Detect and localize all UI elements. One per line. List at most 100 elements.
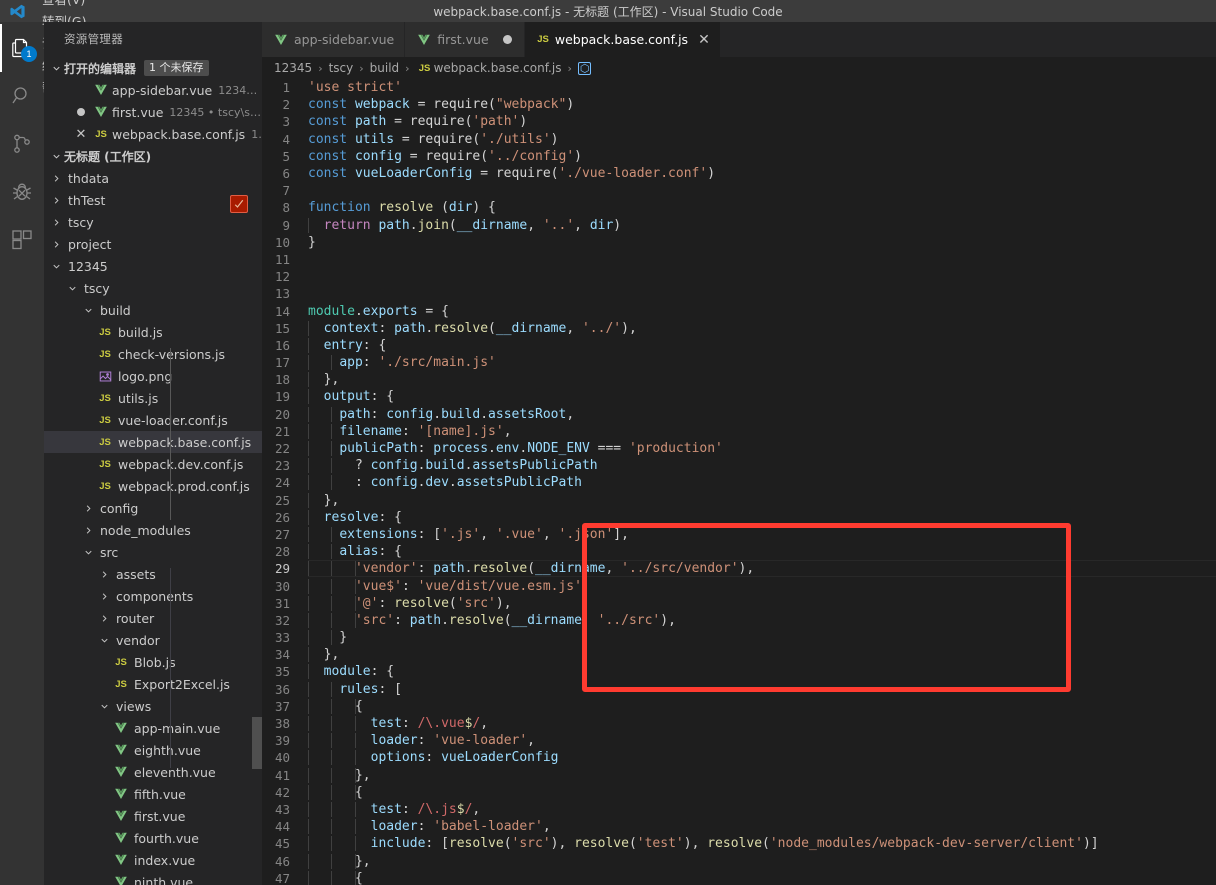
open-editor-item[interactable]: first.vue 12345 • tscy\src\vie... bbox=[44, 101, 262, 123]
activity-search[interactable] bbox=[0, 72, 44, 120]
code-line[interactable]: 26 resolve: { bbox=[262, 509, 1216, 526]
code-line[interactable]: 31 '@': resolve('src'), bbox=[262, 595, 1216, 612]
code-line[interactable]: 40 options: vueLoaderConfig bbox=[262, 749, 1216, 766]
tree-file-row[interactable]: first.vue bbox=[44, 805, 262, 827]
open-editor-item[interactable]: app-sidebar.vue 12345 • ts... bbox=[44, 79, 262, 101]
sidebar-scrollbar[interactable] bbox=[252, 717, 262, 769]
tree-file-row[interactable]: fifth.vue bbox=[44, 783, 262, 805]
tree-file-row[interactable]: logo.png bbox=[44, 365, 262, 387]
tree-file-row[interactable]: JS Export2Excel.js bbox=[44, 673, 262, 695]
tree-file-row[interactable]: JS webpack.prod.conf.js bbox=[44, 475, 262, 497]
code-line[interactable]: 21 filename: '[name].js', bbox=[262, 423, 1216, 440]
code-line[interactable]: 4 const utils = require('./utils') bbox=[262, 131, 1216, 148]
chevron-down-icon[interactable] bbox=[96, 698, 112, 714]
chevron-down-icon[interactable] bbox=[96, 632, 112, 648]
menu-item-3[interactable]: 查看(V) bbox=[34, 0, 94, 11]
code-line[interactable]: 6 const vueLoaderConfig = require('./vue-… bbox=[262, 165, 1216, 182]
code-line[interactable]: 36 rules: [ bbox=[262, 681, 1216, 698]
tree-file-row[interactable]: eleventh.vue bbox=[44, 761, 262, 783]
code-line[interactable]: 5 const config = require('../config') bbox=[262, 148, 1216, 165]
activity-extensions[interactable] bbox=[0, 216, 44, 264]
chevron-right-icon[interactable] bbox=[80, 500, 96, 516]
breadcrumb-item[interactable]: tscy bbox=[329, 61, 354, 75]
code-line[interactable]: 29 'vendor': path.resolve(__dirname, '..… bbox=[262, 560, 1216, 578]
breadcrumb-item[interactable]: 12345 bbox=[274, 61, 312, 75]
tree-file-row[interactable]: JS webpack.base.conf.js bbox=[44, 431, 262, 453]
code-line[interactable]: 42 { bbox=[262, 784, 1216, 801]
activity-debug[interactable] bbox=[0, 168, 44, 216]
editor-tab[interactable]: app-sidebar.vue bbox=[262, 22, 406, 57]
code-line[interactable]: 10} bbox=[262, 234, 1216, 251]
code-line[interactable]: 11 bbox=[262, 251, 1216, 268]
tree-folder-row[interactable]: router bbox=[44, 607, 262, 629]
chevron-right-icon[interactable] bbox=[48, 214, 64, 230]
tree-file-row[interactable]: ninth.vue bbox=[44, 871, 262, 885]
tree-folder-row[interactable]: project bbox=[44, 233, 262, 255]
open-editor-item[interactable]: ✕ JS webpack.base.conf.js 1234... bbox=[44, 123, 262, 145]
code-line[interactable]: 1 'use strict' bbox=[262, 79, 1216, 96]
tree-file-row[interactable]: JS build.js bbox=[44, 321, 262, 343]
chevron-down-icon[interactable] bbox=[80, 544, 96, 560]
workspace-header[interactable]: 无标题 (工作区) bbox=[44, 145, 262, 167]
breadcrumb-item[interactable]: ⬡ bbox=[577, 61, 595, 75]
code-line[interactable]: 18 }, bbox=[262, 371, 1216, 388]
code-line[interactable]: 35 module: { bbox=[262, 663, 1216, 680]
chevron-right-icon[interactable] bbox=[48, 192, 64, 208]
code-line[interactable]: 16 entry: { bbox=[262, 337, 1216, 354]
code-line[interactable]: 43 test: /\.js$/, bbox=[262, 801, 1216, 818]
chevron-down-icon[interactable] bbox=[64, 280, 80, 296]
tree-folder-row[interactable]: thdata bbox=[44, 167, 262, 189]
code-line[interactable]: 19 output: { bbox=[262, 388, 1216, 405]
tree-file-row[interactable]: fourth.vue bbox=[44, 827, 262, 849]
code-line[interactable]: 2 const webpack = require("webpack") bbox=[262, 96, 1216, 113]
tree-file-row[interactable]: JS Blob.js bbox=[44, 651, 262, 673]
code-line[interactable]: 17 app: './src/main.js' bbox=[262, 354, 1216, 371]
code-line[interactable]: 46 }, bbox=[262, 852, 1216, 869]
code-line[interactable]: 23 ? config.build.assetsPublicPath bbox=[262, 457, 1216, 474]
chevron-right-icon[interactable] bbox=[96, 588, 112, 604]
tree-folder-row[interactable]: views bbox=[44, 695, 262, 717]
code-line[interactable]: 12 bbox=[262, 268, 1216, 285]
tree-file-row[interactable]: app-main.vue bbox=[44, 717, 262, 739]
code-line[interactable]: 44 loader: 'babel-loader', bbox=[262, 818, 1216, 835]
code-line[interactable]: 13 bbox=[262, 285, 1216, 302]
code-line[interactable]: 47 { bbox=[262, 870, 1216, 885]
tree-file-row[interactable]: JS check-versions.js bbox=[44, 343, 262, 365]
tree-folder-row[interactable]: vendor bbox=[44, 629, 262, 651]
tree-file-row[interactable]: index.vue bbox=[44, 849, 262, 871]
code-line[interactable]: 27 extensions: ['.js', '.vue', '.json'], bbox=[262, 526, 1216, 543]
code-line[interactable]: 20 path: config.build.assetsRoot, bbox=[262, 406, 1216, 423]
code-line[interactable]: 34 }, bbox=[262, 646, 1216, 663]
code-line[interactable]: 14 module.exports = { bbox=[262, 302, 1216, 319]
code-line[interactable]: 22 publicPath: process.env.NODE_ENV === … bbox=[262, 440, 1216, 457]
activity-explorer[interactable]: 1 bbox=[0, 24, 44, 72]
code-line[interactable]: 30 'vue$': 'vue/dist/vue.esm.js', bbox=[262, 577, 1216, 594]
code-line[interactable]: 3 const path = require('path') bbox=[262, 113, 1216, 130]
code-line[interactable]: 28 alias: { bbox=[262, 543, 1216, 560]
chevron-down-icon[interactable] bbox=[48, 258, 64, 274]
tree-file-row[interactable]: JS webpack.dev.conf.js bbox=[44, 453, 262, 475]
tree-folder-row[interactable]: components bbox=[44, 585, 262, 607]
tree-folder-row[interactable]: src bbox=[44, 541, 262, 563]
code-line[interactable]: 24 : config.dev.assetsPublicPath bbox=[262, 474, 1216, 491]
chevron-right-icon[interactable] bbox=[96, 610, 112, 626]
chevron-right-icon[interactable] bbox=[80, 522, 96, 538]
code-line[interactable]: 38 test: /\.vue$/, bbox=[262, 715, 1216, 732]
tree-folder-row[interactable]: config bbox=[44, 497, 262, 519]
code-line[interactable]: 45 include: [resolve('src'), resolve('te… bbox=[262, 835, 1216, 852]
tree-file-row[interactable]: JS vue-loader.conf.js bbox=[44, 409, 262, 431]
tree-folder-row[interactable]: assets bbox=[44, 563, 262, 585]
activity-source-control[interactable] bbox=[0, 120, 44, 168]
open-editors-header[interactable]: 打开的编辑器 1 个未保存 bbox=[44, 57, 262, 79]
chevron-right-icon[interactable] bbox=[48, 236, 64, 252]
code-line[interactable]: 32 'src': path.resolve(__dirname, '../sr… bbox=[262, 612, 1216, 629]
code-line[interactable]: 9 return path.join(__dirname, '..', dir) bbox=[262, 217, 1216, 234]
tree-folder-row[interactable]: build bbox=[44, 299, 262, 321]
close-icon[interactable]: ✕ bbox=[698, 33, 710, 47]
code-line[interactable]: 8 function resolve (dir) { bbox=[262, 199, 1216, 216]
code-line[interactable]: 25 }, bbox=[262, 492, 1216, 509]
tree-folder-row[interactable]: tscy bbox=[44, 211, 262, 233]
code-line[interactable]: 33 } bbox=[262, 629, 1216, 646]
editor-tab[interactable]: first.vue bbox=[405, 22, 526, 57]
breadcrumb-item[interactable]: JS webpack.base.conf.js bbox=[416, 61, 562, 75]
